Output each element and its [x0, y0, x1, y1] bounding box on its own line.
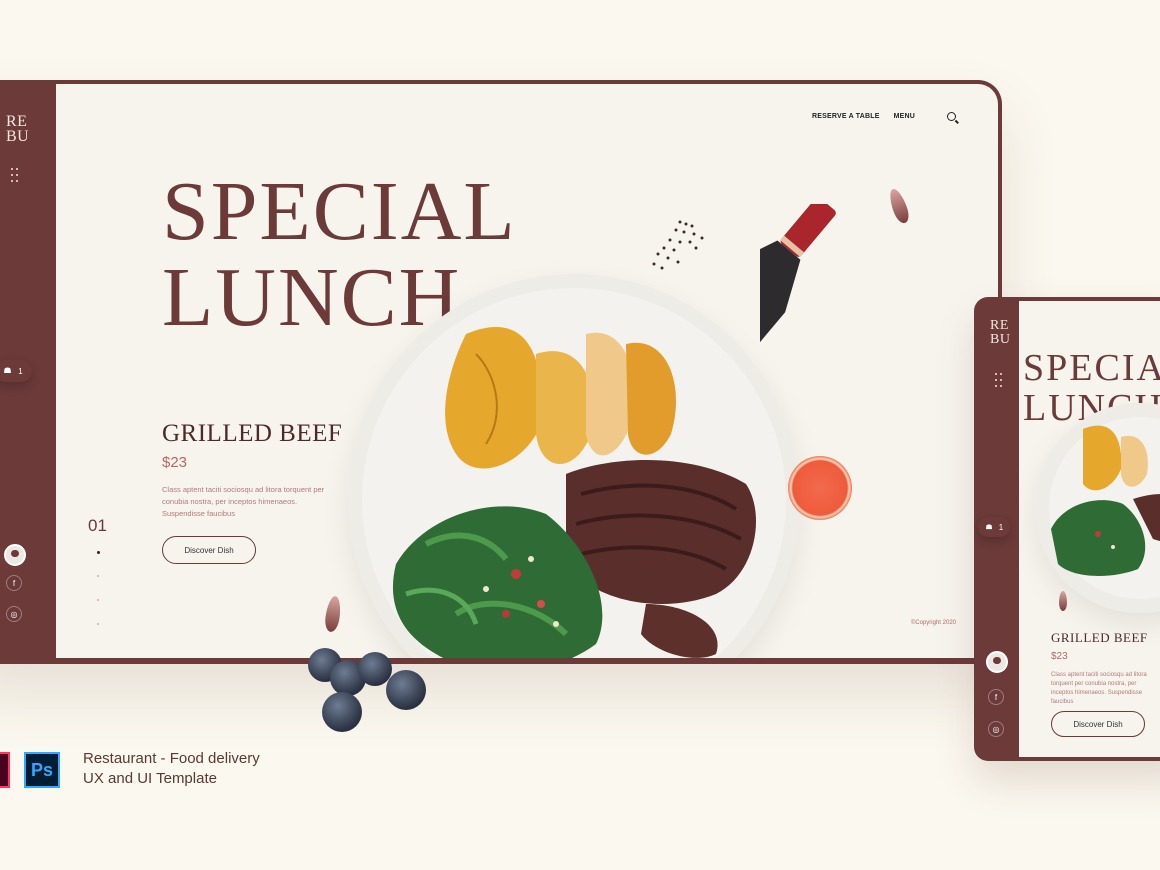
logo-line-1: RE — [990, 318, 1009, 333]
blueberry-image — [386, 670, 426, 710]
discover-dish-button[interactable]: Discover Dish — [162, 536, 256, 564]
dish-name: GRILLED BEEF — [1051, 630, 1148, 645]
cart-button[interactable]: 1 — [978, 517, 1010, 537]
slide-indicator[interactable] — [97, 623, 99, 625]
slide-indicator[interactable] — [97, 599, 99, 601]
menu-link[interactable]: MENU — [894, 113, 915, 120]
logo-line-2: BU — [990, 332, 1011, 347]
indesign-icon: Id — [0, 752, 10, 788]
hero-title-line-1: SPECIAL — [1023, 347, 1160, 389]
wine-bottle-image — [760, 204, 836, 451]
footer-title-line-2: UX and UI Template — [83, 770, 217, 787]
grilled-beef-dish-image — [1051, 425, 1160, 576]
grilled-beef-dish-image — [392, 327, 756, 658]
dish-description: Class aptent taciti sociosqu ad litora t… — [1051, 672, 1147, 705]
discover-dish-button[interactable]: Discover Dish — [1051, 711, 1145, 737]
copyright-text: ©Copyright 2020 — [910, 620, 956, 626]
dish-price: $23 — [1051, 651, 1068, 662]
footer-title-line-1: Restaurant - Food delivery — [83, 750, 260, 767]
menu-dots-icon[interactable] — [995, 373, 1005, 389]
dish-name: GRILLED BEEF — [162, 420, 343, 447]
grapefruit-image — [788, 456, 852, 520]
search-icon[interactable] — [947, 112, 956, 121]
cart-button[interactable]: 1 — [0, 360, 32, 382]
logo-line-1: RE — [6, 113, 28, 130]
tablet-mockup: RE BU 1 f ◎ SPECIAL LUNCH GRILLED BEEF $… — [974, 297, 1160, 761]
garlic-petal-image — [323, 595, 343, 633]
desktop-mockup: RE BU 1 f ◎ RESERVE A TABLE MENU SPECIAL… — [0, 80, 1002, 664]
instagram-icon[interactable]: ◎ — [988, 721, 1004, 737]
tablet-screen: SPECIAL LUNCH GRILLED BEEF $23 Class apt… — [1019, 301, 1160, 757]
pepper-decor — [652, 220, 704, 270]
facebook-icon[interactable]: f — [988, 689, 1004, 705]
blueberry-image — [322, 692, 362, 732]
photoshop-icon: Ps — [24, 752, 60, 788]
cart-count: 1 — [18, 366, 23, 376]
slide-number: 01 — [88, 516, 107, 535]
logo[interactable]: RE BU — [6, 113, 30, 145]
avatar[interactable] — [986, 651, 1008, 673]
tablet-logo[interactable]: RE BU — [990, 319, 1010, 347]
reserve-table-link[interactable]: RESERVE A TABLE — [812, 113, 880, 120]
facebook-icon[interactable]: f — [6, 575, 22, 591]
dish-description: Class aptent taciti sociosqu ad litora t… — [162, 485, 325, 518]
sidebar: RE BU 1 f ◎ — [0, 80, 56, 664]
slide-indicator[interactable] — [97, 575, 99, 577]
cart-count: 1 — [998, 522, 1004, 532]
cart-icon — [985, 523, 993, 532]
dish-price: $23 — [162, 454, 188, 471]
hero-title-line-1: SPECIAL — [162, 165, 517, 258]
top-nav: RESERVE A TABLE MENU — [812, 112, 956, 121]
avatar[interactable] — [4, 544, 26, 566]
logo-line-2: BU — [6, 128, 30, 145]
slide-indicator-active[interactable] — [97, 551, 100, 554]
garlic-petal-image — [1059, 591, 1067, 611]
cart-icon — [3, 366, 12, 376]
menu-dots-icon[interactable] — [11, 168, 21, 184]
desktop-screen: RESERVE A TABLE MENU SPECIAL LUNCH GRILL… — [56, 84, 998, 658]
instagram-icon[interactable]: ◎ — [6, 606, 22, 622]
